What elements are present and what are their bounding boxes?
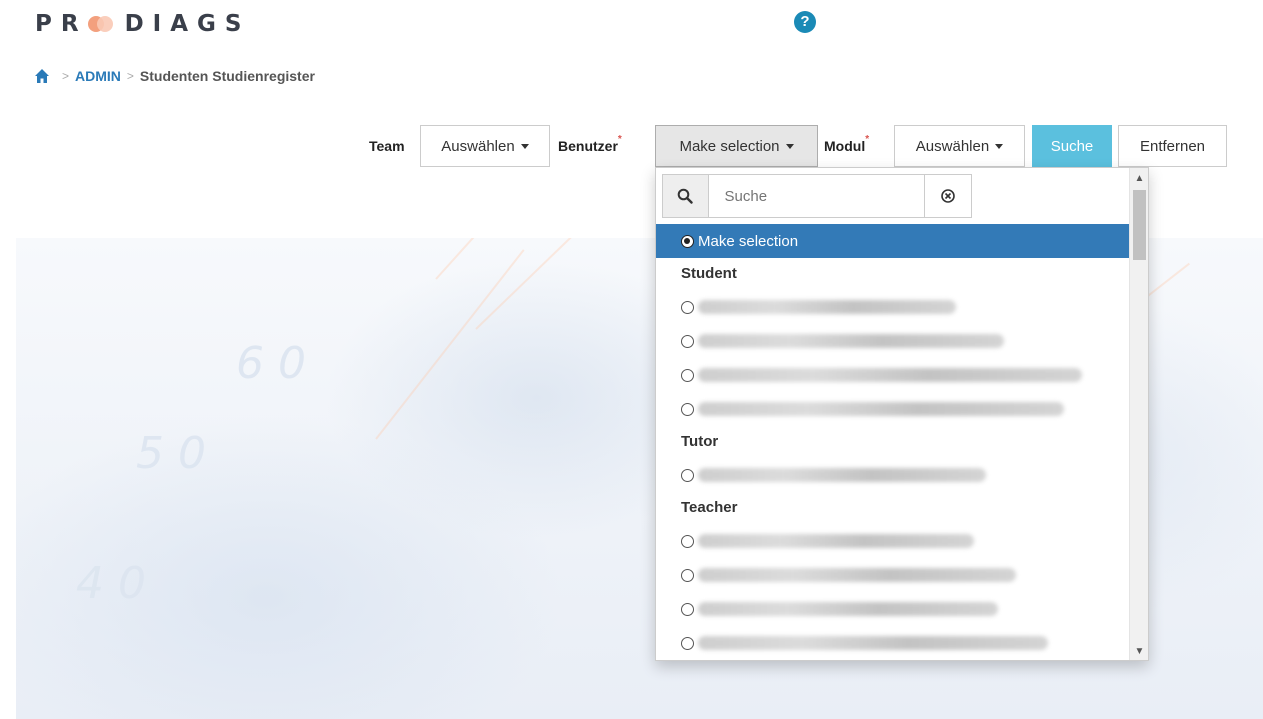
radio-icon — [681, 534, 694, 548]
modul-label: Modul* — [824, 134, 870, 154]
redacted-user-name — [698, 300, 956, 314]
radio-icon — [681, 468, 694, 482]
dropdown-option-list: Make selection Student Tutor Teacher — [656, 224, 1130, 660]
modul-select-value: Auswählen — [915, 137, 990, 155]
modul-select-button[interactable]: Auswählen — [894, 125, 1025, 167]
filter-toolbar: Team Auswählen Benutzer* Make selection … — [0, 125, 1263, 167]
dropdown-scrollbar[interactable]: ▲ ▼ — [1129, 168, 1148, 660]
breadcrumb-separator: > — [62, 69, 70, 83]
redacted-user-name — [698, 468, 986, 482]
team-label: Team — [369, 138, 405, 154]
redacted-user-name — [698, 636, 1048, 650]
radio-icon — [681, 636, 694, 650]
option-make-selection[interactable]: Make selection — [656, 224, 1130, 258]
dropdown-search-input[interactable] — [708, 175, 924, 217]
radio-icon — [681, 602, 694, 616]
redacted-user-name — [698, 402, 1064, 416]
benutzer-select-button[interactable]: Make selection — [655, 125, 818, 167]
group-header-teacher: Teacher — [681, 499, 738, 516]
required-marker: * — [865, 134, 870, 145]
option-label: Make selection — [698, 232, 799, 250]
option-student-3[interactable] — [656, 358, 1130, 392]
benutzer-select-value: Make selection — [679, 137, 780, 155]
team-select-button[interactable]: Auswählen — [420, 125, 550, 167]
group-header-student: Student — [681, 265, 737, 282]
option-student-1[interactable] — [656, 290, 1130, 324]
breadcrumb: > ADMIN > Studenten Studienregister — [34, 68, 315, 84]
option-student-4[interactable] — [656, 392, 1130, 426]
option-teacher-4[interactable] — [656, 626, 1130, 660]
radio-icon — [681, 334, 694, 348]
prodiags-logo[interactable]: PR DIAGS — [35, 10, 250, 38]
option-teacher-3[interactable] — [656, 592, 1130, 626]
caret-down-icon — [785, 143, 794, 149]
radio-icon — [681, 402, 694, 416]
benutzer-label: Benutzer* — [558, 134, 622, 154]
breadcrumb-admin-link[interactable]: ADMIN — [75, 68, 121, 84]
search-icon — [663, 175, 709, 217]
radio-icon — [681, 300, 694, 314]
caret-down-icon — [995, 143, 1004, 149]
scroll-up-arrow-icon[interactable]: ▲ — [1130, 170, 1148, 187]
redacted-user-name — [698, 568, 1016, 582]
breadcrumb-separator: > — [126, 69, 134, 83]
clear-search-icon[interactable] — [923, 175, 971, 217]
option-student-2[interactable] — [656, 324, 1130, 358]
radio-icon — [681, 568, 694, 582]
option-teacher-1[interactable] — [656, 524, 1130, 558]
scroll-down-arrow-icon[interactable]: ▼ — [1130, 643, 1148, 660]
benutzer-dropdown-menu: Make selection Student Tutor Teacher ▲ ▼ — [655, 167, 1149, 661]
remove-button[interactable]: Entfernen — [1118, 125, 1227, 167]
redacted-user-name — [698, 602, 998, 616]
redacted-user-name — [698, 534, 974, 548]
redacted-user-name — [698, 334, 1004, 348]
breadcrumb-current: Studenten Studienregister — [139, 68, 315, 84]
logo-dots-icon — [87, 14, 116, 34]
group-header-tutor: Tutor — [681, 433, 719, 450]
caret-down-icon — [520, 143, 529, 149]
redacted-user-name — [698, 368, 1082, 382]
home-icon[interactable] — [34, 68, 50, 84]
scrollbar-thumb[interactable] — [1133, 190, 1146, 260]
option-tutor-1[interactable] — [656, 458, 1130, 492]
radio-selected-icon — [681, 234, 694, 248]
question-circle-icon[interactable]: ? — [794, 11, 816, 33]
dropdown-search-group — [662, 174, 972, 218]
required-marker: * — [617, 134, 622, 145]
option-teacher-2[interactable] — [656, 558, 1130, 592]
team-select-value: Auswählen — [441, 137, 515, 155]
radio-icon — [681, 368, 694, 382]
search-button[interactable]: Suche — [1032, 125, 1112, 167]
